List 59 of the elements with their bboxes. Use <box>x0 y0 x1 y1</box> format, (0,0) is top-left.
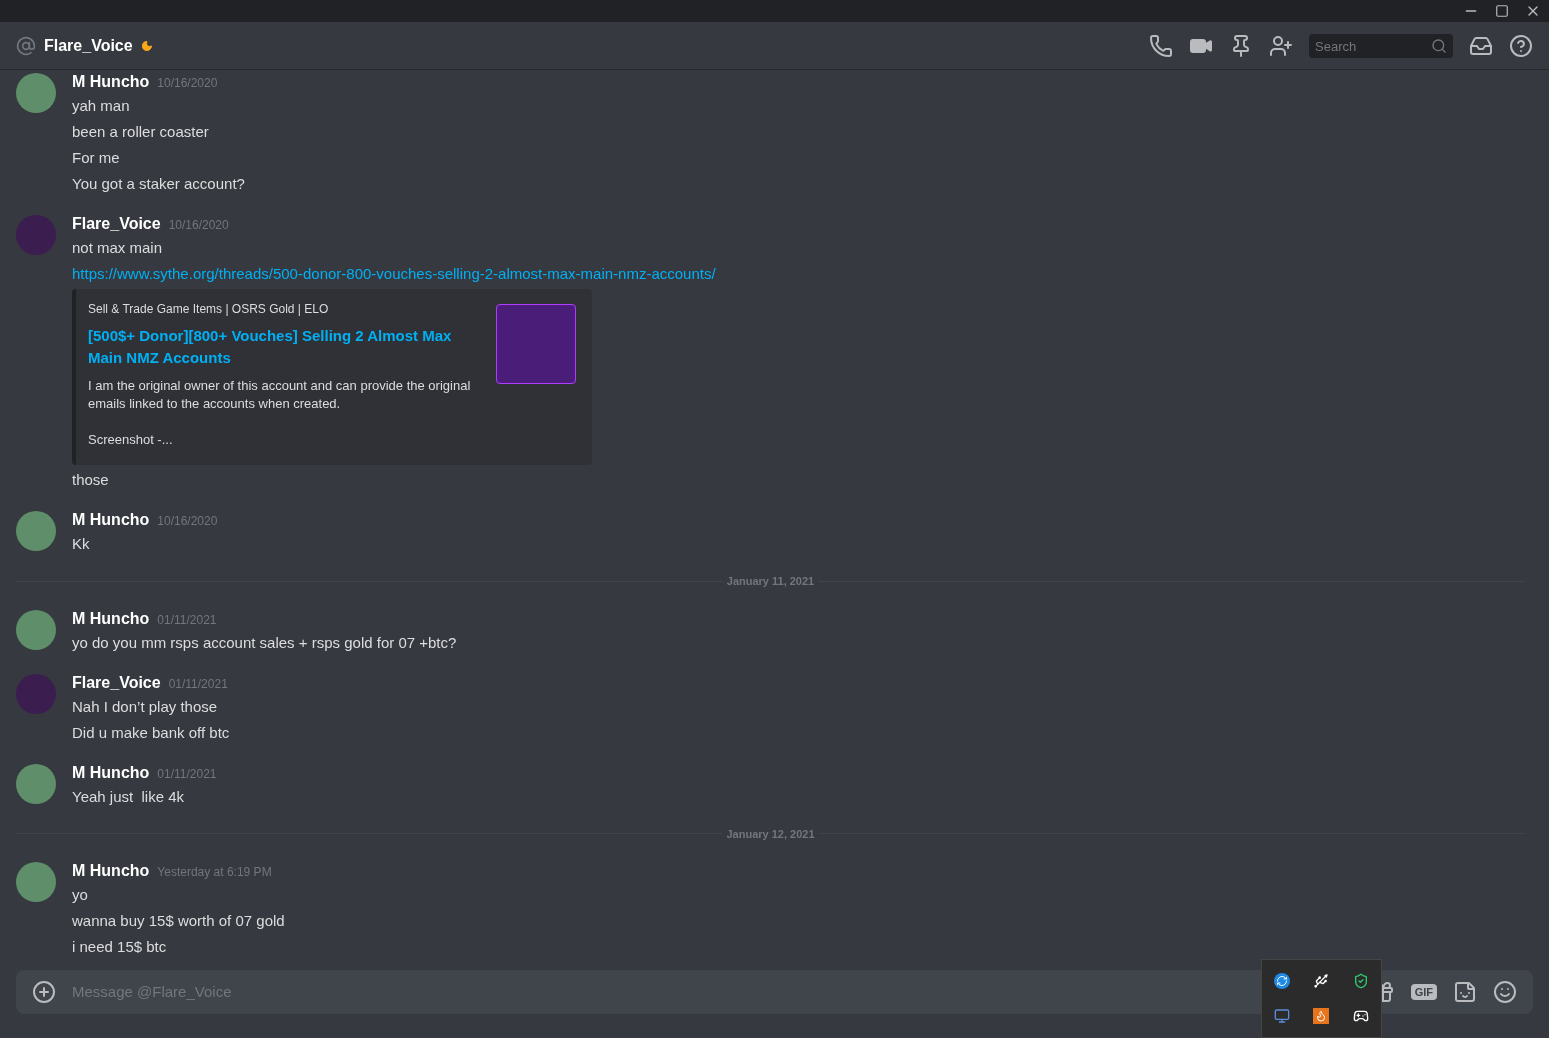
monitor-icon[interactable] <box>1273 1007 1290 1024</box>
add-attachment-icon[interactable] <box>32 980 56 1004</box>
embed-description: I am the original owner of this account and can provide the original emails linked to the accounts when created. <box>88 377 472 413</box>
embed-description: Screenshot -... <box>88 431 174 449</box>
author-name[interactable]: M Huncho <box>72 510 150 530</box>
message-text: Nah I don’t play those <box>72 696 219 717</box>
flame-app-icon[interactable] <box>1313 1007 1330 1024</box>
idle-moon-icon <box>140 39 153 52</box>
message-timestamp: 01/11/2021 <box>157 611 217 629</box>
maximize-icon[interactable] <box>1495 4 1509 18</box>
message-timestamp: 01/11/2021 <box>157 765 217 783</box>
avatar[interactable] <box>16 73 56 113</box>
message-text: yo do you mm rsps account sales + rsps gold for 07 +btc? <box>72 632 457 653</box>
emoji-icon[interactable] <box>1493 980 1517 1004</box>
message-text: Kk <box>72 534 91 554</box>
message-timestamp: Yesterday at 6:19 PM <box>157 864 272 881</box>
message-timestamp: 10/16/2020 <box>168 217 229 234</box>
message-text: For me <box>72 148 121 168</box>
call-icon[interactable] <box>1149 33 1173 58</box>
sync-app-icon[interactable] <box>1273 973 1290 990</box>
help-icon[interactable] <box>1509 33 1533 58</box>
message-text: those <box>72 470 110 490</box>
message-timestamp: 10/16/2020 <box>157 513 218 530</box>
message-text: yah man <box>72 96 131 116</box>
message-link[interactable]: https://www.sythe.org/threads/500-donor-800-vouches-selling-2-almost-max-main-nmz-accounts/ <box>72 261 716 287</box>
search-icon <box>1431 37 1447 54</box>
message-text: i need 15$ btc <box>72 937 168 957</box>
message-text: You got a staker account? <box>72 174 245 194</box>
message-text: yo <box>72 885 89 905</box>
at-sign-icon <box>16 35 36 56</box>
embed-title[interactable]: [500$+ Donor][800+ Vouches] Selling 2 Almost Max Main NMZ Accounts <box>88 325 480 369</box>
message-text: Yeah just like 4k <box>72 786 186 807</box>
author-name[interactable]: M Huncho <box>72 72 150 92</box>
avatar[interactable] <box>16 511 56 551</box>
message-timestamp: 01/11/2021 <box>168 675 228 693</box>
date-divider: January 11, 2021 <box>725 574 816 589</box>
shield-icon[interactable] <box>1353 973 1370 990</box>
message-text: not max main <box>72 238 164 258</box>
message-text: Did u make bank off btc <box>72 722 230 743</box>
sticker-icon[interactable] <box>1453 980 1477 1004</box>
gif-button[interactable]: GIF <box>1410 983 1437 1001</box>
author-name[interactable]: M Huncho <box>72 762 150 783</box>
avatar[interactable] <box>16 862 56 902</box>
author-name[interactable]: M Huncho <box>72 861 150 881</box>
message-timestamp: 10/16/2020 <box>157 75 218 92</box>
embed-provider: Sell & Trade Game Items | OSRS Gold | ELO <box>88 301 330 317</box>
add-user-icon[interactable] <box>1269 33 1293 58</box>
author-name[interactable]: Flare_Voice <box>72 672 161 693</box>
author-name[interactable]: M Huncho <box>72 608 150 629</box>
avatar[interactable] <box>16 763 56 804</box>
usb-drive-icon[interactable] <box>1313 973 1330 990</box>
date-divider: January 12, 2021 <box>725 826 816 842</box>
avatar[interactable] <box>16 609 56 650</box>
search-field[interactable]: Search <box>1309 34 1453 58</box>
author-name[interactable]: Flare_Voice <box>72 214 161 234</box>
message-text: wanna buy 15$ worth of 07 gold <box>72 911 285 931</box>
embed-thumbnail[interactable] <box>496 304 576 384</box>
message-text: been a roller coaster <box>72 122 210 142</box>
channel-title: Flare_Voice <box>44 35 133 56</box>
